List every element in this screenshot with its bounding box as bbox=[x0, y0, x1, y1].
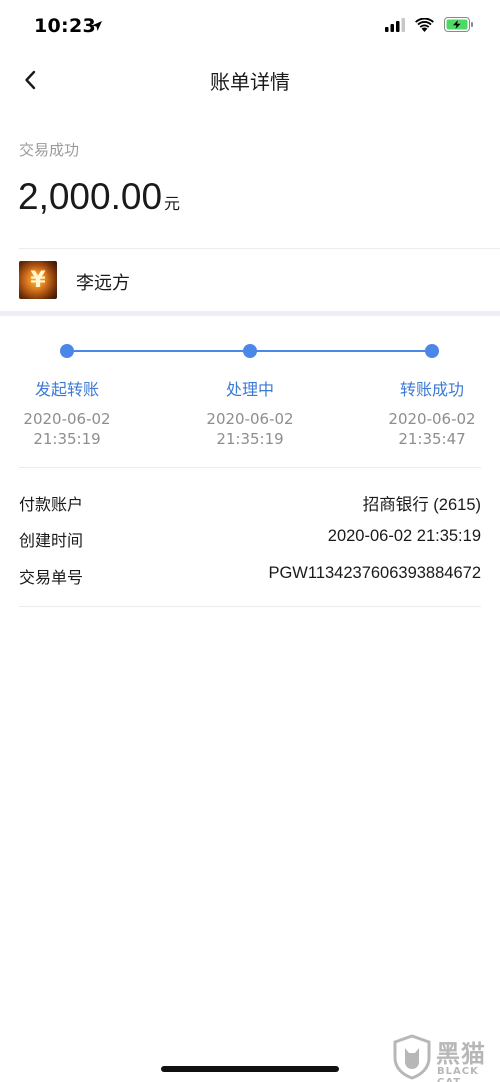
step-timestamp: 2020-06-02 21:35:47 bbox=[352, 409, 500, 449]
detail-row-created-time: 创建时间 2020-06-02 21:35:19 bbox=[19, 527, 481, 551]
step-timestamp: 2020-06-02 21:35:19 bbox=[170, 409, 330, 449]
step-date: 2020-06-02 bbox=[23, 410, 111, 428]
yuan-icon: ¥ bbox=[30, 267, 46, 293]
step-label: 转账成功 bbox=[399, 380, 464, 399]
status-time: 10:23 bbox=[34, 15, 96, 37]
signal-icon bbox=[385, 17, 405, 32]
progress-dot-middle bbox=[243, 344, 257, 358]
progress-step-processing: 处理中 2020-06-02 21:35:19 bbox=[170, 376, 330, 449]
detail-row-payment-account: 付款账户 招商银行 (2615) bbox=[19, 491, 481, 515]
wifi-icon bbox=[415, 17, 434, 32]
status-bar: 10:23 bbox=[0, 0, 500, 54]
detail-row-order-number: 交易单号 PGW1134237606393884672 bbox=[19, 564, 481, 588]
section-divider bbox=[0, 311, 500, 316]
detail-label: 付款账户 bbox=[19, 495, 84, 514]
step-time: 21:35:19 bbox=[33, 430, 101, 448]
step-label: 处理中 bbox=[225, 380, 274, 399]
step-date: 2020-06-02 bbox=[388, 410, 476, 428]
payee-name: 李远方 bbox=[76, 273, 130, 294]
payee-row[interactable]: ¥ 李远方 bbox=[0, 249, 500, 311]
step-time: 21:35:19 bbox=[216, 430, 284, 448]
step-timestamp: 2020-06-02 21:35:19 bbox=[0, 409, 147, 449]
amount-row: 2,000.00 元 bbox=[18, 176, 180, 218]
progress-dot-end bbox=[425, 344, 439, 358]
detail-label: 创建时间 bbox=[19, 531, 84, 550]
watermark-subtext: BLACK CAT bbox=[437, 1066, 479, 1082]
detail-value[interactable]: PGW1134237606393884672 bbox=[268, 564, 481, 588]
progress-step-success: 转账成功 2020-06-02 21:35:47 bbox=[352, 376, 500, 449]
detail-label: 交易单号 bbox=[19, 568, 84, 587]
currency-unit: 元 bbox=[164, 194, 181, 213]
home-indicator[interactable] bbox=[161, 1066, 339, 1072]
location-arrow-icon bbox=[92, 21, 102, 31]
black-cat-shield-icon bbox=[393, 1034, 431, 1080]
nav-bar: 账单详情 bbox=[0, 54, 500, 106]
step-label: 发起转账 bbox=[34, 380, 99, 399]
transaction-amount: 2,000.00 bbox=[18, 176, 163, 217]
detail-value: 2020-06-02 21:35:19 bbox=[327, 527, 481, 545]
step-time: 21:35:47 bbox=[398, 430, 466, 448]
step-date: 2020-06-02 bbox=[206, 410, 294, 428]
page-title: 账单详情 bbox=[210, 70, 290, 94]
payee-avatar: ¥ bbox=[19, 261, 57, 299]
progress-step-initiated: 发起转账 2020-06-02 21:35:19 bbox=[0, 376, 147, 449]
progress-dot-start bbox=[60, 344, 74, 358]
watermark: 黑猫 BLACK CAT bbox=[390, 1032, 500, 1082]
detail-value: 招商银行 (2615) bbox=[362, 496, 481, 514]
divider bbox=[19, 606, 481, 607]
watermark-text: 黑猫 bbox=[436, 1040, 486, 1068]
battery-charging-icon bbox=[444, 17, 473, 32]
transaction-status: 交易成功 bbox=[19, 141, 80, 159]
divider bbox=[19, 467, 481, 468]
